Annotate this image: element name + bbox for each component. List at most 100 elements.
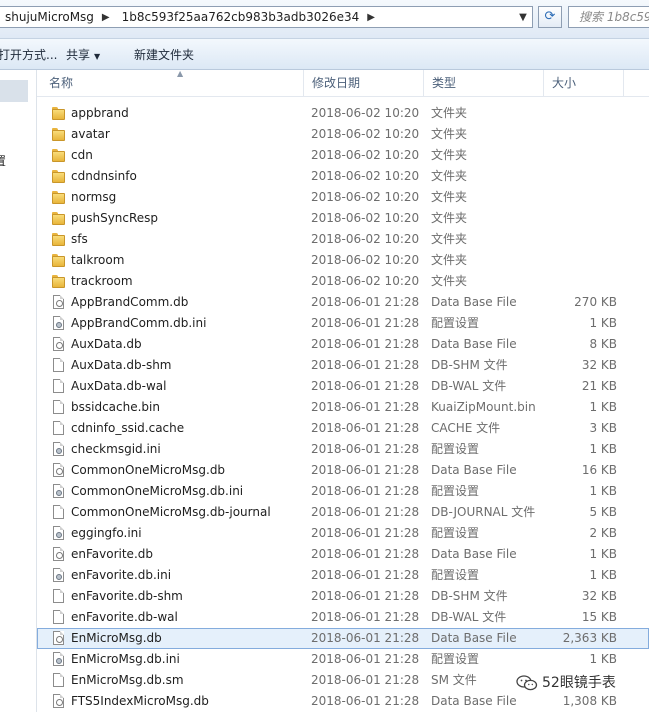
file-date: 2018-06-01 21:28 <box>311 505 420 519</box>
file-date: 2018-06-01 21:28 <box>311 589 420 603</box>
column-header-name[interactable]: ▲ 名称 <box>41 69 304 96</box>
address-bar-area: shujuMicroMsg ▶ 1b8c593f25aa762cb983b3ad… <box>0 0 649 39</box>
file-row[interactable]: CommonOneMicroMsg.db 2018-06-01 21:28 Data… <box>37 460 649 481</box>
breadcrumb-item[interactable]: shujuMicroMsg <box>0 10 98 24</box>
wechat-logo-icon <box>516 675 538 691</box>
file-row[interactable]: cdninfo_ssid.cache 2018-06-01 21:28 CACHE … <box>37 418 649 439</box>
search-input[interactable]: 搜索 1b8c59 <box>568 6 649 28</box>
share-label: 共享 <box>66 48 91 62</box>
file-name: AppBrandComm.db <box>71 295 189 309</box>
file-name: trackroom <box>71 274 133 288</box>
column-header-type[interactable]: 类型 <box>424 70 544 96</box>
file-row[interactable]: AuxData.db-shm 2018-06-01 21:28 DB-SHM 文件 3… <box>37 355 649 376</box>
file-size: 1 KB <box>589 484 617 498</box>
file-name: AuxData.db-wal <box>71 379 167 393</box>
nav-selected-item[interactable] <box>0 80 28 102</box>
file-size: 1 KB <box>589 400 617 414</box>
file-date: 2018-06-02 10:20 <box>311 211 420 225</box>
file-date: 2018-06-01 21:28 <box>311 526 420 540</box>
file-row[interactable]: eggingfo.ini 2018-06-01 21:28 配置设置 2 KB <box>37 523 649 544</box>
file-date: 2018-06-01 21:28 <box>311 400 420 414</box>
file-size: 270 KB <box>574 295 617 309</box>
new-folder-button[interactable]: 新建文件夹 <box>134 46 194 63</box>
file-row[interactable]: AppBrandComm.db 2018-06-01 21:28 Data Base… <box>37 292 649 313</box>
settings-file-icon <box>52 568 65 583</box>
file-date: 2018-06-01 21:28 <box>311 673 420 687</box>
share-button[interactable]: 共享 ▼ <box>66 46 100 63</box>
column-header-row: ▲ 名称 修改日期 类型 大小 <box>37 69 649 97</box>
file-date: 2018-06-02 10:20 <box>311 169 420 183</box>
new-folder-label: 新建文件夹 <box>134 48 195 62</box>
file-size: 32 KB <box>581 589 617 603</box>
open-with-button[interactable]: 打开方式... <box>0 46 57 63</box>
file-date: 2018-06-01 21:28 <box>311 694 420 708</box>
file-size: 1,308 KB <box>562 694 617 708</box>
breadcrumb-item[interactable]: 1b8c593f25aa762cb983b3adb3026e34 <box>114 10 364 24</box>
nav-item-label[interactable]: 置 <box>0 152 6 169</box>
file-name: talkroom <box>71 253 125 267</box>
file-size: 15 KB <box>581 610 617 624</box>
open-with-label: 打开方式... <box>0 48 58 62</box>
database-file-icon <box>52 694 65 709</box>
file-row[interactable]: checkmsgid.ini 2018-06-01 21:28 配置设置 1 KB <box>37 439 649 460</box>
folder-icon <box>52 190 65 205</box>
refresh-button[interactable]: ⟳ <box>538 6 562 28</box>
file-name: enFavorite.db-wal <box>71 610 178 624</box>
file-row[interactable]: normsg 2018-06-02 10:20 文件夹 <box>37 187 649 208</box>
file-row[interactable]: EnMicroMsg.db 2018-06-01 21:28 Data Base F… <box>37 628 649 649</box>
file-size: 3 KB <box>589 421 617 435</box>
file-row[interactable]: enFavorite.db.ini 2018-06-01 21:28 配置设置 1 K… <box>37 565 649 586</box>
file-name: cdn <box>71 148 93 162</box>
column-header-date[interactable]: 修改日期 <box>304 70 424 96</box>
file-name: AppBrandComm.db.ini <box>71 316 207 330</box>
column-header-label: 修改日期 <box>312 76 361 90</box>
column-header-size[interactable]: 大小 <box>544 70 624 96</box>
database-file-icon <box>52 547 65 562</box>
file-row[interactable]: trackroom 2018-06-02 10:20 文件夹 <box>37 271 649 292</box>
folder-icon <box>52 148 65 163</box>
address-bar[interactable]: shujuMicroMsg ▶ 1b8c593f25aa762cb983b3ad… <box>0 6 533 28</box>
breadcrumb-separator-icon[interactable]: ▶ <box>98 12 114 23</box>
file-size: 21 KB <box>581 379 617 393</box>
file-row[interactable]: cdn 2018-06-02 10:20 文件夹 <box>37 145 649 166</box>
file-row[interactable]: AuxData.db 2018-06-01 21:28 Data Base File… <box>37 334 649 355</box>
file-name: AuxData.db-shm <box>71 358 172 372</box>
file-row[interactable]: pushSyncResp 2018-06-02 10:20 文件夹 <box>37 208 649 229</box>
folder-icon <box>52 253 65 268</box>
file-type: 文件夹 <box>431 232 468 246</box>
file-row[interactable]: AuxData.db-wal 2018-06-01 21:28 DB-WAL 文件 2… <box>37 376 649 397</box>
file-name: eggingfo.ini <box>71 526 142 540</box>
file-type: 文件夹 <box>431 106 468 120</box>
file-type: SM 文件 <box>431 673 477 687</box>
address-dropdown-icon[interactable]: ▼ <box>514 12 532 23</box>
file-row[interactable]: FTS5IndexMicroMsg.db 2018-06-01 21:28 Data… <box>37 691 649 712</box>
file-row[interactable]: appbrand 2018-06-02 10:20 文件夹 <box>37 103 649 124</box>
file-row[interactable]: CommonOneMicroMsg.db-journal 2018-06-01 2… <box>37 502 649 523</box>
file-row[interactable]: bssidcache.bin 2018-06-01 21:28 KuaiZipMou… <box>37 397 649 418</box>
file-date: 2018-06-02 10:20 <box>311 274 420 288</box>
file-row[interactable]: CommonOneMicroMsg.db.ini 2018-06-01 21:28… <box>37 481 649 502</box>
file-size: 1 KB <box>589 547 617 561</box>
navigation-pane[interactable]: 置 <box>0 70 37 712</box>
file-row[interactable]: enFavorite.db 2018-06-01 21:28 Data Base F… <box>37 544 649 565</box>
file-row[interactable]: cdndnsinfo 2018-06-02 10:20 文件夹 <box>37 166 649 187</box>
file-row[interactable]: enFavorite.db-wal 2018-06-01 21:28 DB-WAL … <box>37 607 649 628</box>
file-row[interactable]: talkroom 2018-06-02 10:20 文件夹 <box>37 250 649 271</box>
file-name: sfs <box>71 232 88 246</box>
breadcrumb-separator-icon[interactable]: ▶ <box>363 12 379 23</box>
sort-ascending-icon: ▲ <box>177 69 184 78</box>
file-row[interactable]: avatar 2018-06-02 10:20 文件夹 <box>37 124 649 145</box>
file-type: DB-SHM 文件 <box>431 589 508 603</box>
file-row[interactable]: sfs 2018-06-02 10:20 文件夹 <box>37 229 649 250</box>
file-date: 2018-06-01 21:28 <box>311 463 420 477</box>
file-name: cdninfo_ssid.cache <box>71 421 185 435</box>
file-type: DB-WAL 文件 <box>431 379 507 393</box>
refresh-icon: ⟳ <box>544 9 556 24</box>
file-name: checkmsgid.ini <box>71 442 161 456</box>
folder-icon <box>52 127 65 142</box>
file-row[interactable]: EnMicroMsg.db.ini 2018-06-01 21:28 配置设置 1 K… <box>37 649 649 670</box>
file-name: enFavorite.db-shm <box>71 589 183 603</box>
file-row[interactable]: enFavorite.db-shm 2018-06-01 21:28 DB-SHM … <box>37 586 649 607</box>
database-file-icon <box>52 631 65 646</box>
file-row[interactable]: AppBrandComm.db.ini 2018-06-01 21:28 配置设置 1… <box>37 313 649 334</box>
